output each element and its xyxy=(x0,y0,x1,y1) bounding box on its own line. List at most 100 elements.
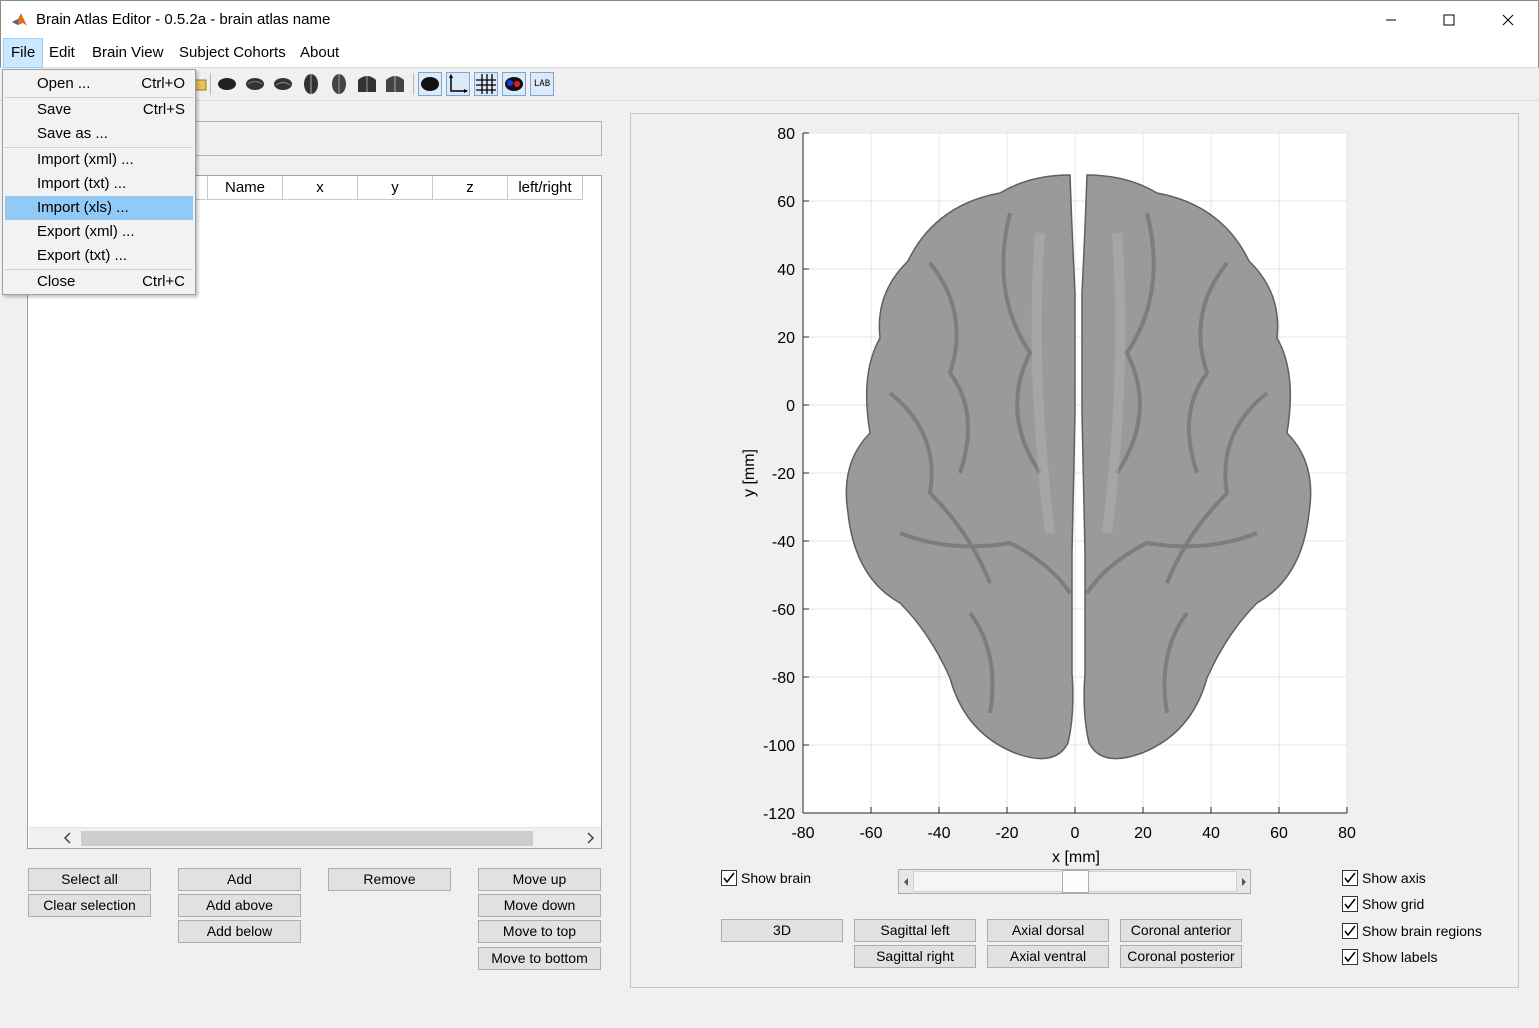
axial-ventral-button[interactable]: Axial ventral xyxy=(987,945,1109,968)
y-tick-label: -120 xyxy=(763,806,795,823)
y-tick-label: -60 xyxy=(772,602,795,619)
slider-right-arrow-icon[interactable] xyxy=(1240,875,1248,891)
scroll-left-arrow-icon[interactable] xyxy=(63,831,73,848)
brain-sagittal-right-icon[interactable] xyxy=(243,72,267,96)
brain-axial-ventral-icon[interactable] xyxy=(327,72,351,96)
table-header-x[interactable]: x xyxy=(283,176,358,200)
show-grid-checkbox[interactable] xyxy=(1342,896,1358,912)
y-tick-label: 0 xyxy=(786,398,795,415)
coronal-posterior-button[interactable]: Coronal posterior xyxy=(1120,945,1242,968)
show-brain-regions-icon[interactable] xyxy=(502,72,526,96)
toolbar-separator xyxy=(210,73,211,95)
remove-button[interactable]: Remove xyxy=(328,868,451,891)
matlab-app-icon xyxy=(11,11,29,29)
file-menu-dropdown: Open ... Ctrl+O Save Ctrl+S Save as ... Im… xyxy=(2,69,196,295)
brain-sagittal-left-icon[interactable] xyxy=(215,72,239,96)
x-tick-label: -80 xyxy=(791,825,814,842)
x-tick-label: 60 xyxy=(1270,825,1288,842)
show-brain-regions-checkbox[interactable] xyxy=(1342,923,1358,939)
menu-save[interactable]: Save Ctrl+S xyxy=(5,98,193,122)
y-tick-label: 40 xyxy=(777,262,795,279)
move-to-top-button[interactable]: Move to top xyxy=(478,920,601,943)
brain-transparency-slider[interactable] xyxy=(898,869,1251,894)
clear-selection-button[interactable]: Clear selection xyxy=(28,894,151,917)
show-brain-icon[interactable] xyxy=(418,72,442,96)
x-tick-label: 40 xyxy=(1202,825,1220,842)
table-horizontal-scrollbar[interactable] xyxy=(29,827,601,848)
x-tick-label: -40 xyxy=(927,825,950,842)
menu-edit[interactable]: Edit xyxy=(42,38,82,68)
y-axis-label: y [mm] xyxy=(741,449,758,497)
brain-3d-icon[interactable] xyxy=(271,72,295,96)
show-grid-icon[interactable] xyxy=(474,72,498,96)
move-down-button[interactable]: Move down xyxy=(478,894,601,917)
menu-about[interactable]: About xyxy=(293,38,346,68)
table-header-z[interactable]: z xyxy=(433,176,508,200)
y-tick-label: 80 xyxy=(777,126,795,143)
menu-import-xml[interactable]: Import (xml) ... xyxy=(5,148,193,172)
menu-close[interactable]: Close Ctrl+C xyxy=(5,270,193,294)
show-brain-label: Show brain xyxy=(741,870,812,886)
menu-brain-view[interactable]: Brain View xyxy=(85,38,170,68)
minimize-button[interactable] xyxy=(1362,1,1420,39)
scroll-right-arrow-icon[interactable] xyxy=(586,831,596,848)
slider-left-arrow-icon[interactable] xyxy=(902,875,910,891)
slider-thumb[interactable] xyxy=(1061,870,1089,893)
y-tick-label: -20 xyxy=(772,466,795,483)
move-up-button[interactable]: Move up xyxy=(478,868,601,891)
toolbar-separator xyxy=(413,73,414,95)
show-axis-checkbox[interactable] xyxy=(1342,870,1358,886)
axial-dorsal-button[interactable]: Axial dorsal xyxy=(987,919,1109,942)
select-all-button[interactable]: Select all xyxy=(28,868,151,891)
show-axis-icon[interactable] xyxy=(446,72,470,96)
menu-bar: File Edit Brain View Subject Cohorts Abo… xyxy=(0,38,1539,68)
menu-subject-cohorts[interactable]: Subject Cohorts xyxy=(172,38,293,68)
menu-import-xls[interactable]: Import (xls) ... xyxy=(5,196,193,220)
x-tick-label: 0 xyxy=(1071,825,1080,842)
move-to-bottom-button[interactable]: Move to bottom xyxy=(478,947,601,970)
sagittal-left-button[interactable]: Sagittal left xyxy=(854,919,976,942)
add-button[interactable]: Add xyxy=(178,868,301,891)
coronal-anterior-button[interactable]: Coronal anterior xyxy=(1120,919,1242,942)
x-tick-labels: -80 -60 -40 -20 0 20 40 60 80 xyxy=(791,825,1356,842)
x-tick-label: 80 xyxy=(1338,825,1356,842)
show-labels-label: Show labels xyxy=(1362,949,1438,965)
table-header-left-right[interactable]: left/right xyxy=(508,176,583,200)
show-brain-regions-label: Show brain regions xyxy=(1362,923,1482,939)
x-tick-label: -20 xyxy=(995,825,1018,842)
sagittal-right-button[interactable]: Sagittal right xyxy=(854,945,976,968)
brain-coronal-anterior-icon[interactable] xyxy=(355,72,379,96)
y-tick-label: -80 xyxy=(772,670,795,687)
y-tick-label: 60 xyxy=(777,194,795,211)
show-labels-icon[interactable]: LAB xyxy=(530,72,554,96)
add-below-button[interactable]: Add below xyxy=(178,920,301,943)
menu-import-txt[interactable]: Import (txt) ... xyxy=(5,172,193,196)
window-title: Brain Atlas Editor - 0.5.2a - brain atla… xyxy=(36,11,331,28)
menu-save-as[interactable]: Save as ... xyxy=(5,122,193,146)
table-header-name[interactable]: Name xyxy=(208,176,283,200)
maximize-button[interactable] xyxy=(1420,1,1478,39)
y-tick-labels: 80 60 40 20 0 -20 -40 -60 -80 -100 -120 xyxy=(763,126,795,823)
menu-export-xml[interactable]: Export (xml) ... xyxy=(5,220,193,244)
show-axis-label: Show axis xyxy=(1362,870,1426,886)
close-window-button[interactable] xyxy=(1479,1,1537,39)
menu-export-txt[interactable]: Export (txt) ... xyxy=(5,244,193,268)
table-header-y[interactable]: y xyxy=(358,176,433,200)
show-brain-checkbox[interactable] xyxy=(721,870,737,886)
menu-open[interactable]: Open ... Ctrl+O xyxy=(5,72,193,96)
brain-axial-dorsal-icon[interactable] xyxy=(299,72,323,96)
brain-plot[interactable]: -80 -60 -40 -20 0 20 40 60 80 80 60 40 20 0 -20 -40 -60… xyxy=(630,113,1519,873)
y-tick-label: -40 xyxy=(772,534,795,551)
add-above-button[interactable]: Add above xyxy=(178,894,301,917)
show-grid-label: Show grid xyxy=(1362,896,1425,912)
x-axis-label: x [mm] xyxy=(1052,849,1100,866)
x-tick-label: -60 xyxy=(859,825,882,842)
view-3d-button[interactable]: 3D xyxy=(721,919,843,942)
y-tick-label: 20 xyxy=(777,330,795,347)
scrollbar-thumb[interactable] xyxy=(81,831,533,846)
y-tick-label: -100 xyxy=(763,738,795,755)
title-bar: Brain Atlas Editor - 0.5.2a - brain atla… xyxy=(0,0,1539,38)
brain-coronal-posterior-icon[interactable] xyxy=(383,72,407,96)
show-labels-checkbox[interactable] xyxy=(1342,949,1358,965)
menu-file[interactable]: File xyxy=(3,38,44,68)
